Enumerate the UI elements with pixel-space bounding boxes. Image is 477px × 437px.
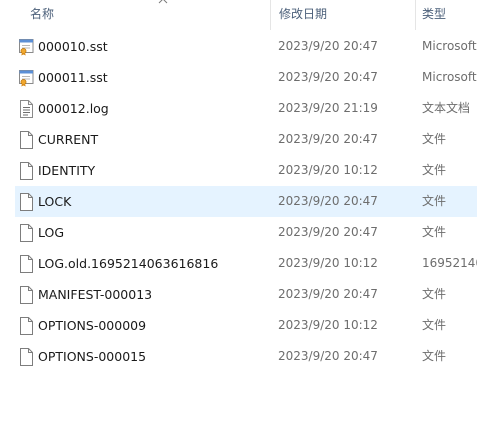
- blank-file-icon: [18, 286, 34, 304]
- blank-file-icon: [18, 348, 34, 366]
- file-name: 000011.sst: [38, 70, 108, 85]
- file-modified-date: 2023/9/20 20:47: [278, 194, 378, 208]
- file-name: CURRENT: [38, 132, 99, 147]
- file-row[interactable]: OPTIONS-000009 2023/9/20 10:12 文件: [0, 310, 477, 341]
- file-explorer: 名称 修改日期 类型 000010.sst 2023/9/20 20:47 Micr…: [0, 0, 477, 437]
- file-name: IDENTITY: [38, 163, 96, 178]
- file-row[interactable]: 000012.log 2023/9/20 21:19 文本文档: [0, 93, 477, 124]
- sort-ascending-icon: [158, 0, 168, 4]
- file-row[interactable]: 000011.sst 2023/9/20 20:47 Microsoft: [0, 62, 477, 93]
- file-row[interactable]: 000010.sst 2023/9/20 20:47 Microsoft: [0, 31, 477, 62]
- blank-file-icon: [18, 224, 34, 242]
- file-name: MANIFEST-000013: [38, 287, 153, 302]
- file-modified-date: 2023/9/20 20:47: [278, 287, 378, 301]
- file-modified-date: 2023/9/20 20:47: [278, 225, 378, 239]
- file-modified-date: 2023/9/20 20:47: [278, 132, 378, 146]
- file-modified-date: 2023/9/20 10:12: [278, 256, 378, 270]
- blank-file-icon: [18, 317, 34, 335]
- file-type: 文件: [422, 225, 447, 239]
- file-modified-date: 2023/9/20 20:47: [278, 70, 378, 84]
- blank-file-icon: [18, 162, 34, 180]
- file-type: Microsoft: [422, 70, 477, 84]
- file-row[interactable]: LOCK 2023/9/20 20:47 文件: [0, 186, 477, 217]
- file-type: 文本文档: [422, 101, 471, 115]
- file-list: 000010.sst 2023/9/20 20:47 Microsoft 000011…: [0, 31, 477, 372]
- file-type: 文件: [422, 349, 447, 363]
- file-type: 文件: [422, 194, 447, 208]
- file-type: 文件: [422, 163, 447, 177]
- file-type: Microsoft: [422, 39, 477, 53]
- blank-file-icon: [18, 255, 34, 273]
- file-modified-date: 2023/9/20 20:47: [278, 349, 378, 363]
- column-header-name[interactable]: 名称: [16, 0, 270, 30]
- file-modified-date: 2023/9/20 20:47: [278, 39, 378, 53]
- blank-file-icon: [18, 193, 34, 211]
- sst-file-icon: [18, 69, 34, 87]
- file-type: 16952140: [422, 256, 477, 270]
- file-modified-date: 2023/9/20 10:12: [278, 318, 378, 332]
- column-header-type-label: 类型: [422, 7, 447, 21]
- file-name: OPTIONS-000009: [38, 318, 147, 333]
- file-name: LOG: [38, 225, 65, 240]
- file-name: LOCK: [38, 194, 72, 209]
- blank-file-icon: [18, 131, 34, 149]
- column-header-date-label: 修改日期: [279, 7, 328, 21]
- file-type: 文件: [422, 318, 447, 332]
- file-row[interactable]: LOG.old.1695214063616816 2023/9/20 10:12 1…: [0, 248, 477, 279]
- column-header-date[interactable]: 修改日期: [270, 0, 415, 30]
- column-header-name-label: 名称: [30, 7, 55, 21]
- file-name: LOG.old.1695214063616816: [38, 256, 219, 271]
- file-type: 文件: [422, 287, 447, 301]
- column-header-type[interactable]: 类型: [415, 0, 477, 30]
- file-type: 文件: [422, 132, 447, 146]
- file-row[interactable]: LOG 2023/9/20 20:47 文件: [0, 217, 477, 248]
- column-header: 名称 修改日期 类型: [0, 0, 477, 30]
- file-modified-date: 2023/9/20 10:12: [278, 163, 378, 177]
- file-row[interactable]: MANIFEST-000013 2023/9/20 20:47 文件: [0, 279, 477, 310]
- file-row[interactable]: OPTIONS-000015 2023/9/20 20:47 文件: [0, 341, 477, 372]
- file-name: 000010.sst: [38, 39, 108, 54]
- file-name: 000012.log: [38, 101, 109, 116]
- sst-file-icon: [18, 38, 34, 56]
- file-row[interactable]: CURRENT 2023/9/20 20:47 文件: [0, 124, 477, 155]
- file-name: OPTIONS-000015: [38, 349, 147, 364]
- file-modified-date: 2023/9/20 21:19: [278, 101, 378, 115]
- text-file-icon: [18, 100, 34, 118]
- file-row[interactable]: IDENTITY 2023/9/20 10:12 文件: [0, 155, 477, 186]
